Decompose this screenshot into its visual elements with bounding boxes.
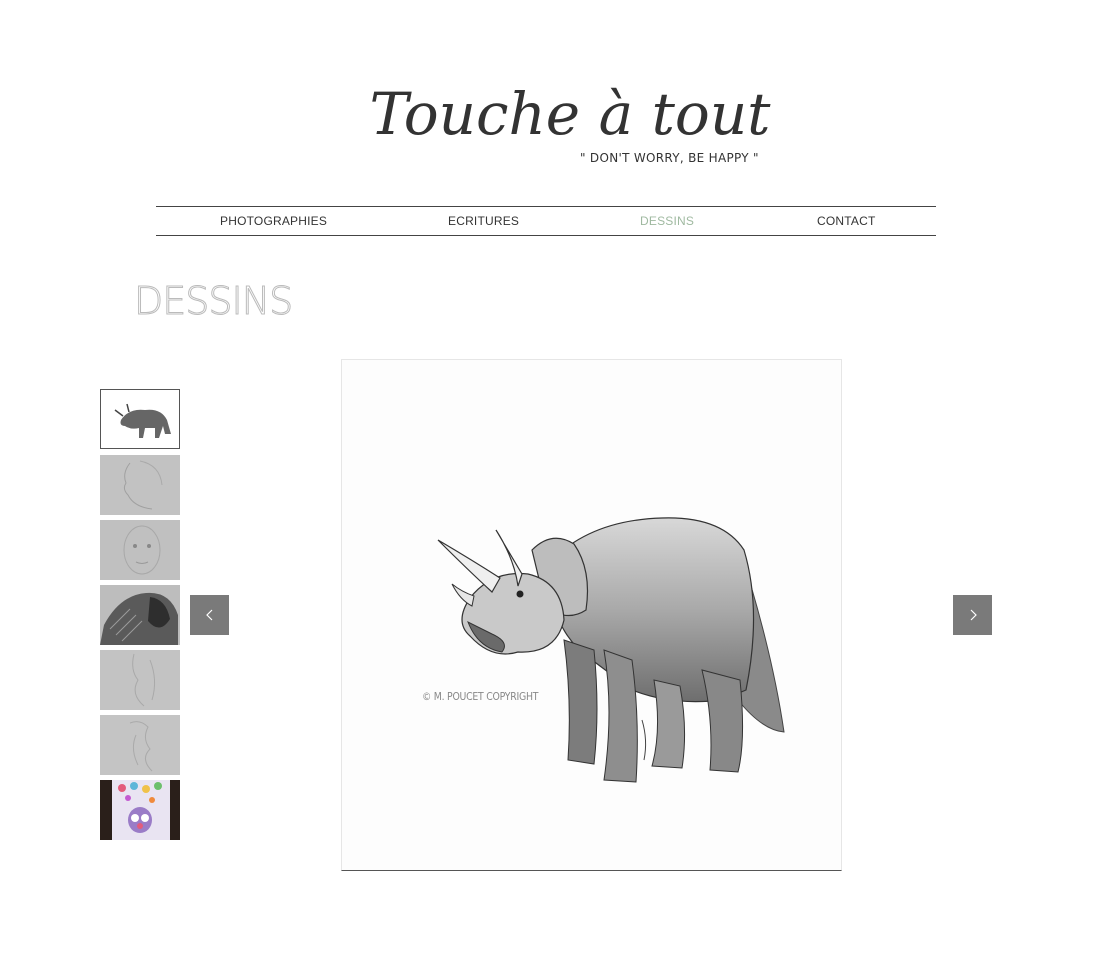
svg-text:Touche à tout: Touche à tout	[370, 80, 772, 148]
page-title: DESSINS	[133, 279, 293, 323]
chevron-right-icon	[970, 609, 977, 621]
hair-sketch-thumbnail	[100, 715, 180, 775]
main-gallery-image[interactable]: © M. POUCET COPYRIGHT	[341, 359, 842, 871]
nav-contact[interactable]: CONTACT	[817, 214, 876, 228]
colorful-painting-thumbnail	[100, 780, 180, 840]
copyright-watermark: © M. POUCET COPYRIGHT	[422, 690, 539, 703]
winged-figure-thumbnail	[100, 585, 180, 645]
thumbnail-painting[interactable]	[100, 780, 180, 840]
nav-dessins[interactable]: DESSINS	[640, 214, 694, 228]
site-tagline: " DON'T WORRY, BE HAPPY "	[580, 151, 759, 165]
nav-photographies[interactable]: PHOTOGRAPHIES	[220, 214, 327, 228]
chevron-left-icon	[205, 609, 212, 621]
site-title[interactable]: Touche à tout	[300, 68, 840, 148]
profile-sketch-thumbnail	[100, 455, 180, 515]
thumbnail-profile[interactable]	[100, 455, 180, 515]
thumbnail-triceratops[interactable]	[100, 389, 180, 449]
thumbnail-hair[interactable]	[100, 715, 180, 775]
main-navigation: PHOTOGRAPHIES ECRITURES DESSINS CONTACT	[156, 206, 936, 236]
thumbnail-figure[interactable]	[100, 650, 180, 710]
figure-sketch-thumbnail	[100, 650, 180, 710]
triceratops-drawing	[437, 517, 785, 783]
previous-button[interactable]	[190, 595, 229, 635]
thumbnail-face[interactable]	[100, 520, 180, 580]
triceratops-drawing-thumbnail	[101, 390, 179, 448]
face-sketch-thumbnail	[100, 520, 180, 580]
nav-ecritures[interactable]: ECRITURES	[448, 214, 519, 228]
next-button[interactable]	[953, 595, 992, 635]
thumbnail-winged-figure[interactable]	[100, 585, 180, 645]
